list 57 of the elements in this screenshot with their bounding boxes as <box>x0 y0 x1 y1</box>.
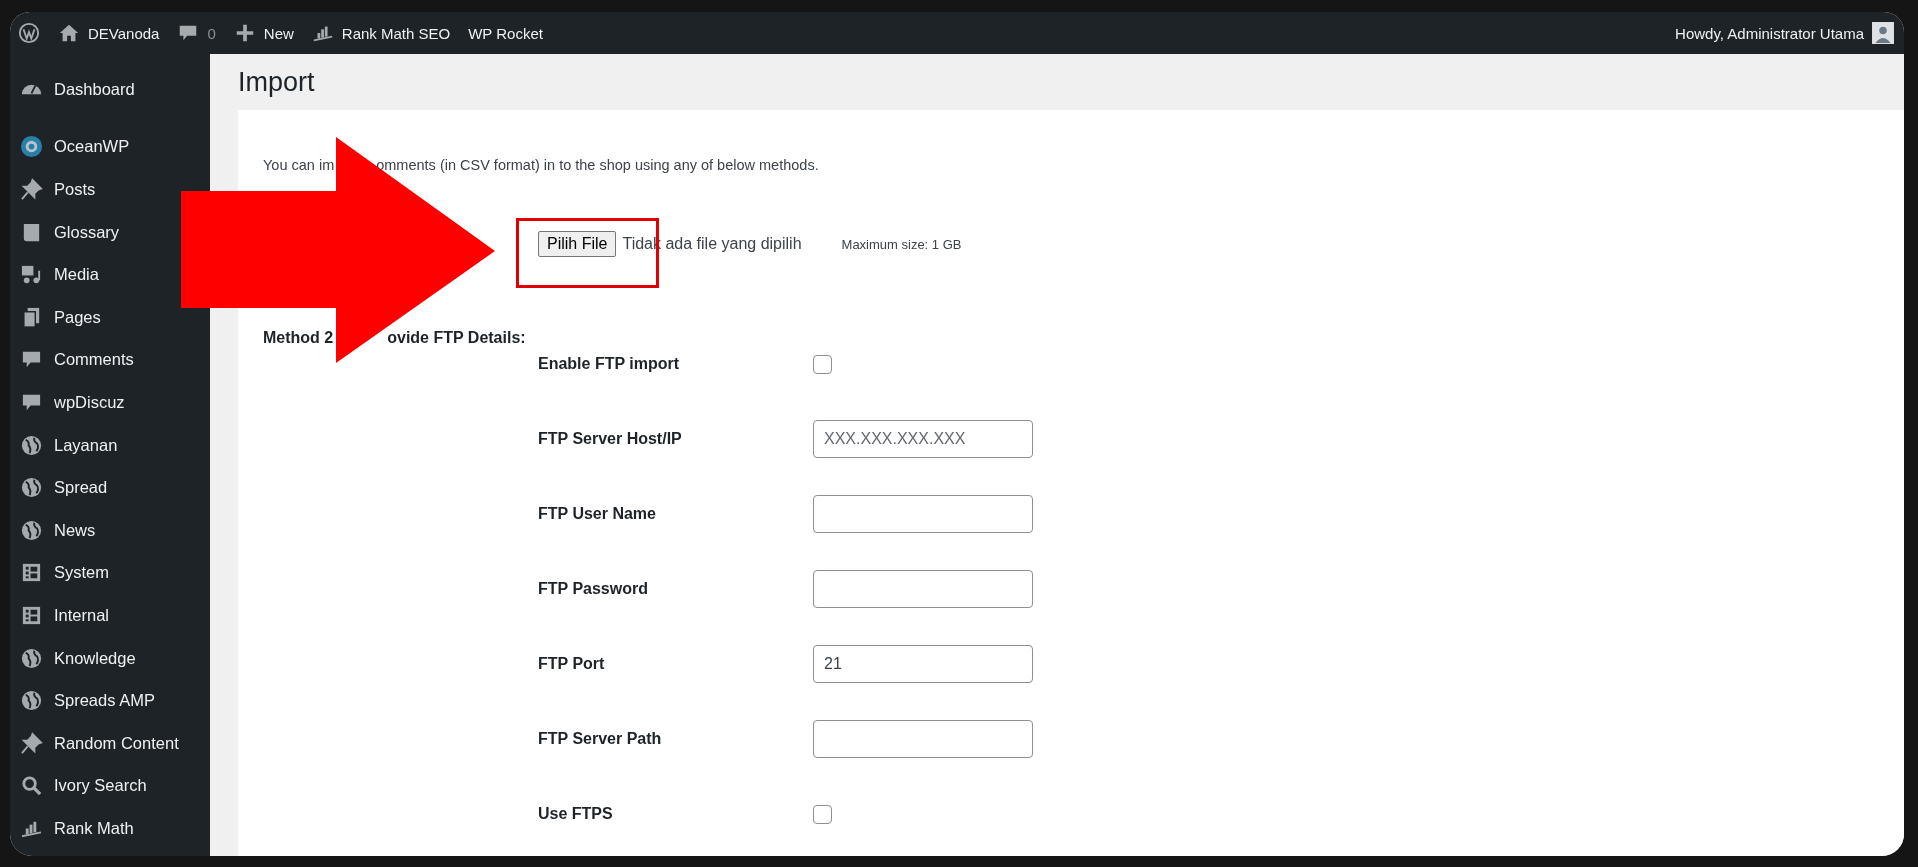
field-label: FTP Server Path <box>538 730 663 748</box>
ring-icon <box>20 135 43 159</box>
home-icon[interactable] <box>58 22 80 44</box>
sidebar-item[interactable]: Glossary <box>10 210 120 254</box>
checkbox[interactable] <box>813 804 832 824</box>
sidebar-item[interactable]: System <box>10 551 109 595</box>
field-label: FTP Port <box>538 655 606 673</box>
sidebar-item[interactable]: Internal <box>10 594 110 637</box>
field-label: FTP Server Host/IP <box>538 430 683 448</box>
choose-file-button[interactable]: Pilih File <box>538 231 617 257</box>
field-label: Use FTPS <box>538 805 614 823</box>
sidebar-item[interactable]: Spreads AMP <box>10 679 155 722</box>
input-field[interactable]: XXX.XXX.XXX.XXX <box>813 420 1033 458</box>
user-greeting[interactable]: Howdy, Administrator Utama <box>1675 24 1864 42</box>
sidebar-item[interactable]: Posts <box>10 168 96 211</box>
input-field[interactable] <box>813 570 1033 608</box>
field-label: Enable FTP import <box>538 355 681 373</box>
section-heading: Method 2 <box>263 329 334 347</box>
page-title: Import <box>238 66 316 99</box>
wordpress-logo-icon[interactable] <box>18 22 40 44</box>
globe-icon <box>20 433 43 457</box>
sidebar-item[interactable]: Knowledge <box>10 636 136 680</box>
input-field[interactable] <box>813 720 1033 758</box>
sidebar-item[interactable]: Dashboard <box>10 68 135 111</box>
input-field[interactable] <box>813 495 1033 533</box>
globe-icon <box>20 689 43 713</box>
field-label: FTP User Name <box>538 505 657 523</box>
input-field[interactable]: 21 <box>813 645 1033 683</box>
globe-icon <box>20 476 43 500</box>
avatar-icon <box>1872 22 1894 44</box>
search-icon <box>20 774 43 798</box>
field-label: FTP Password <box>538 580 649 598</box>
globe-icon <box>20 518 43 542</box>
sidebar-item[interactable]: Random Content <box>10 721 179 765</box>
max-size-text: Maximum size: 1 GB <box>841 236 962 252</box>
intro-text: You can im <box>263 157 335 173</box>
admin-bar-link[interactable]: WP Rocket <box>468 24 543 42</box>
admin-bar-link[interactable]: DEVanoda <box>88 24 160 42</box>
sidebar-item[interactable]: wpDiscuz <box>10 381 125 424</box>
sidebar-item[interactable]: Spread <box>10 466 108 509</box>
sidebar-item[interactable]: Comments <box>10 338 134 382</box>
globe-icon <box>20 646 43 670</box>
sidebar-item[interactable]: Pages <box>10 295 101 339</box>
pin-icon <box>20 731 43 755</box>
checkbox[interactable] <box>813 354 832 374</box>
intro-text: omments (in CSV format) in to the shop using any of below methods. <box>376 157 819 173</box>
pin-icon <box>20 178 43 201</box>
section-heading: ovide FTP Details: <box>387 329 526 347</box>
admin-bar-link[interactable]: Rank Math SEO <box>341 24 451 42</box>
sidebar-item[interactable]: Layanan <box>10 423 118 467</box>
sidebar-item[interactable]: Media <box>10 253 99 296</box>
admin-bar-link[interactable]: New <box>263 24 294 42</box>
sidebar-item[interactable]: News <box>10 508 96 552</box>
sidebar-item[interactable]: Rank Math <box>10 807 134 850</box>
sidebar-item[interactable]: OceanWP <box>10 125 130 169</box>
admin-bar-link[interactable]: 0 <box>207 24 216 42</box>
sidebar-item[interactable]: Ivory Search <box>10 764 147 808</box>
